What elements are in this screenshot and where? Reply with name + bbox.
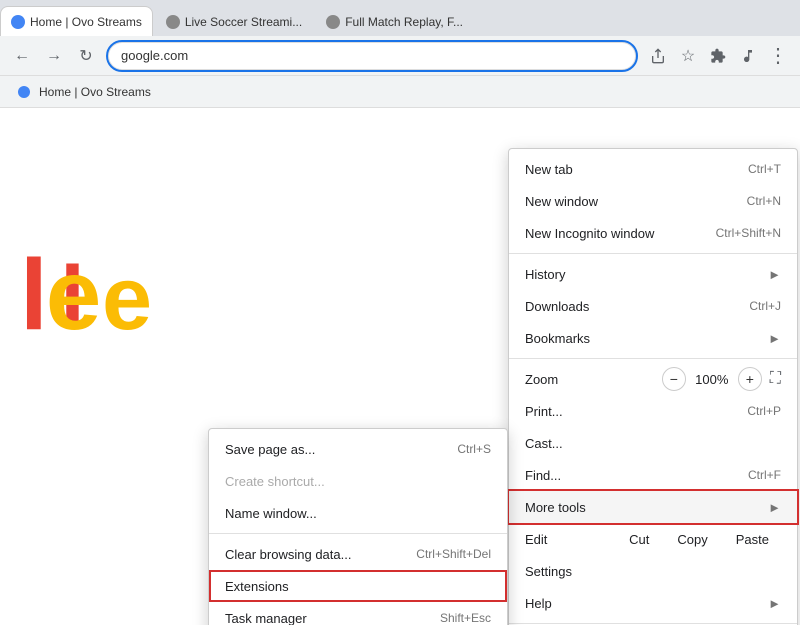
tab-favicon-soccer	[166, 15, 180, 29]
zoom-fullscreen-button[interactable]: ⛶	[770, 370, 781, 388]
menu-arrow-history: ►	[768, 267, 781, 282]
menu-item-print[interactable]: Print... Ctrl+P	[509, 395, 797, 427]
address-bar[interactable]: google.com	[108, 42, 636, 70]
menu-item-cast[interactable]: Cast...	[509, 427, 797, 459]
cut-button[interactable]: Cut	[617, 529, 661, 550]
submenu-shortcut-task-manager: Shift+Esc	[440, 611, 491, 625]
back-button[interactable]: ←	[8, 42, 36, 70]
tab-favicon-replay	[326, 15, 340, 29]
menu-label-help: Help	[525, 596, 760, 611]
menu-item-bookmarks[interactable]: Bookmarks ►	[509, 322, 797, 354]
extensions-button[interactable]	[704, 42, 732, 70]
menu-arrow-help: ►	[768, 596, 781, 611]
tab-bar: Home | Ovo Streams Live Soccer Streami..…	[0, 0, 800, 36]
paste-button[interactable]: Paste	[724, 529, 781, 550]
more-tools-submenu: Save page as... Ctrl+S Create shortcut..…	[208, 428, 508, 625]
tab-replay[interactable]: Full Match Replay, F...	[315, 6, 474, 36]
divider-2	[509, 358, 797, 359]
menu-label-history: History	[525, 267, 760, 282]
zoom-controls: − 100% +	[662, 367, 762, 391]
bookmark-bar: Home | Ovo Streams	[0, 76, 800, 108]
google-logo-display: le	[20, 238, 99, 353]
share-button[interactable]	[644, 42, 672, 70]
edit-row: Edit Cut Copy Paste	[509, 523, 797, 555]
menu-label-new-tab: New tab	[525, 162, 732, 177]
submenu-item-name-window[interactable]: Name window...	[209, 497, 507, 529]
bookmark-button[interactable]: ☆	[674, 42, 702, 70]
bookmark-favicon	[18, 86, 30, 98]
submenu-shortcut-clear-browsing: Ctrl+Shift+Del	[416, 547, 491, 561]
menu-shortcut-incognito: Ctrl+Shift+N	[716, 226, 781, 240]
zoom-row: Zoom − 100% + ⛶	[509, 363, 797, 395]
menu-item-new-tab[interactable]: New tab Ctrl+T	[509, 153, 797, 185]
zoom-value: 100%	[694, 372, 730, 387]
menu-item-downloads[interactable]: Downloads Ctrl+J	[509, 290, 797, 322]
submenu-label-clear-browsing: Clear browsing data...	[225, 547, 416, 562]
menu-button[interactable]: ⋮	[764, 42, 792, 70]
submenu-label-task-manager: Task manager	[225, 611, 440, 625]
forward-button[interactable]: →	[40, 42, 68, 70]
divider-1	[509, 253, 797, 254]
submenu-item-clear-browsing[interactable]: Clear browsing data... Ctrl+Shift+Del	[209, 538, 507, 570]
media-button[interactable]	[734, 42, 762, 70]
submenu-shortcut-save-page: Ctrl+S	[457, 442, 491, 456]
toolbar: ← → ↻ google.com ☆ ⋮	[0, 36, 800, 76]
menu-shortcut-downloads: Ctrl+J	[749, 299, 781, 313]
menu-shortcut-print: Ctrl+P	[747, 404, 781, 418]
tab-label-home: Home | Ovo Streams	[30, 15, 142, 29]
submenu-label-extensions: Extensions	[225, 579, 491, 594]
bookmark-label: Home | Ovo Streams	[39, 85, 151, 99]
menu-label-new-window: New window	[525, 194, 731, 209]
submenu-item-save-page[interactable]: Save page as... Ctrl+S	[209, 433, 507, 465]
menu-item-more-tools[interactable]: More tools ►	[509, 491, 797, 523]
browser-frame: Home | Ovo Streams Live Soccer Streami..…	[0, 0, 800, 625]
address-text: google.com	[121, 48, 188, 63]
edit-buttons: Cut Copy Paste	[617, 529, 781, 550]
menu-label-cast: Cast...	[525, 436, 781, 451]
menu-arrow-bookmarks: ►	[768, 331, 781, 346]
submenu-item-task-manager[interactable]: Task manager Shift+Esc	[209, 602, 507, 625]
tab-label-replay: Full Match Replay, F...	[345, 15, 463, 29]
tab-favicon-home	[11, 15, 25, 29]
tab-label-soccer: Live Soccer Streami...	[185, 15, 302, 29]
chrome-menu: New tab Ctrl+T New window Ctrl+N New Inc…	[508, 148, 798, 625]
zoom-label: Zoom	[525, 372, 662, 387]
menu-item-incognito[interactable]: New Incognito window Ctrl+Shift+N	[509, 217, 797, 249]
copy-button[interactable]: Copy	[665, 529, 719, 550]
menu-arrow-more-tools: ►	[768, 500, 781, 515]
zoom-plus-button[interactable]: +	[738, 367, 762, 391]
menu-label-bookmarks: Bookmarks	[525, 331, 760, 346]
submenu-label-create-shortcut: Create shortcut...	[225, 474, 491, 489]
submenu-label-name-window: Name window...	[225, 506, 491, 521]
tab-soccer[interactable]: Live Soccer Streami...	[155, 6, 313, 36]
toolbar-right: ☆ ⋮	[644, 42, 792, 70]
reload-button[interactable]: ↻	[72, 42, 100, 70]
submenu-divider-1	[209, 533, 507, 534]
menu-item-find[interactable]: Find... Ctrl+F	[509, 459, 797, 491]
bookmark-item-ovo[interactable]: Home | Ovo Streams	[12, 83, 157, 101]
submenu-item-extensions[interactable]: Extensions	[209, 570, 507, 602]
menu-label-print: Print...	[525, 404, 731, 419]
logo-letter-o2: e	[102, 249, 148, 349]
menu-label-settings: Settings	[525, 564, 781, 579]
menu-shortcut-new-window: Ctrl+N	[747, 194, 781, 208]
divider-3	[509, 623, 797, 624]
menu-item-new-window[interactable]: New window Ctrl+N	[509, 185, 797, 217]
menu-label-find: Find...	[525, 468, 732, 483]
menu-shortcut-find: Ctrl+F	[748, 468, 781, 482]
menu-item-history[interactable]: History ►	[509, 258, 797, 290]
page-content: l e le New tab Ctrl+T New window Ctrl+N …	[0, 108, 800, 625]
menu-shortcut-new-tab: Ctrl+T	[748, 162, 781, 176]
submenu-item-create-shortcut: Create shortcut...	[209, 465, 507, 497]
submenu-label-save-page: Save page as...	[225, 442, 457, 457]
menu-item-help[interactable]: Help ►	[509, 587, 797, 619]
menu-label-downloads: Downloads	[525, 299, 733, 314]
edit-label: Edit	[525, 532, 617, 547]
menu-label-more-tools: More tools	[525, 500, 760, 515]
menu-item-settings[interactable]: Settings	[509, 555, 797, 587]
menu-label-incognito: New Incognito window	[525, 226, 700, 241]
tab-home[interactable]: Home | Ovo Streams	[0, 6, 153, 36]
zoom-minus-button[interactable]: −	[662, 367, 686, 391]
